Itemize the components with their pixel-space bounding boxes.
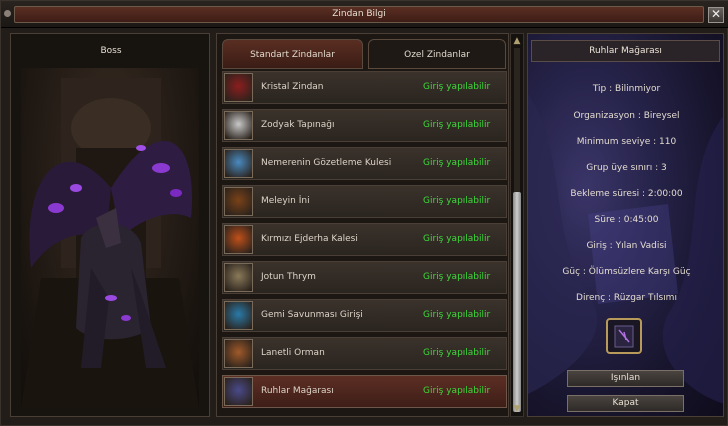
dungeon-name: Ruhlar Mağarası xyxy=(261,386,334,396)
dungeon-thumb-icon xyxy=(224,73,253,102)
dungeon-name: Gemi Savunması Girişi xyxy=(261,310,363,320)
dungeon-status: Giriş yapılabilir xyxy=(423,234,491,244)
dungeon-row-selected[interactable]: Ruhlar Mağarası Giriş yapılabilir xyxy=(222,375,507,408)
dungeon-thumb-icon xyxy=(224,149,253,178)
dungeon-status: Giriş yapılabilir xyxy=(423,158,491,168)
title-bar[interactable]: Zindan Bilgi ✕ xyxy=(1,1,728,28)
info-power: Güç : Ölümsüzlere Karşı Güç xyxy=(562,267,691,277)
scroll-down-icon[interactable]: ▼ xyxy=(512,404,522,414)
dungeon-status: Giriş yapılabilir xyxy=(423,82,491,92)
teleport-button[interactable]: Işınlan xyxy=(567,370,684,387)
dungeon-name: Kırmızı Ejderha Kalesi xyxy=(261,234,358,244)
dungeon-thumb-icon xyxy=(224,301,253,330)
boss-dragon-image xyxy=(21,78,199,408)
info-duration: Süre : 0:45:00 xyxy=(594,215,659,225)
window-title: Zindan Bilgi xyxy=(14,6,704,23)
boss-label: Boss xyxy=(100,46,122,56)
dungeon-status: Giriş yapılabilir xyxy=(423,272,491,282)
dungeon-row[interactable]: Jotun Thrym Giriş yapılabilir xyxy=(222,261,507,294)
dungeon-row[interactable]: Zodyak Tapınağı Giriş yapılabilir xyxy=(222,109,507,142)
close-window-button[interactable]: ✕ xyxy=(708,7,724,23)
info-min-level: Minimum seviye : 110 xyxy=(576,137,677,147)
dungeon-name: Zodyak Tapınağı xyxy=(261,120,335,130)
dungeon-name: Jotun Thrym xyxy=(261,272,316,282)
dungeon-name: Nemerenin Gözetleme Kulesi xyxy=(261,158,392,168)
boss-model-view xyxy=(21,68,199,408)
dungeon-info-window: Zindan Bilgi ✕ Boss Standart Zindanlar O… xyxy=(0,0,728,426)
info-cooldown: Bekleme süresi : 2:00:00 xyxy=(570,189,683,199)
scroll-up-icon[interactable]: ▲ xyxy=(512,36,522,46)
window-pin-icon xyxy=(4,10,11,17)
dungeon-row[interactable]: Kristal Zindan Giriş yapılabilir xyxy=(222,71,507,104)
dungeon-list-panel: Standart Zindanlar Ozel Zindanlar Krista… xyxy=(216,33,509,417)
dungeon-status: Giriş yapılabilir xyxy=(423,386,491,396)
dungeon-name: Kristal Zindan xyxy=(261,82,324,92)
tab-ozel-zindanlar[interactable]: Ozel Zindanlar xyxy=(368,39,506,69)
dungeon-name: Meleyin İni xyxy=(261,196,310,206)
spellbook-icon[interactable] xyxy=(606,318,642,354)
info-title: Ruhlar Mağarası xyxy=(531,40,720,62)
dungeon-status: Giriş yapılabilir xyxy=(423,310,491,320)
dungeon-row[interactable]: Kırmızı Ejderha Kalesi Giriş yapılabilir xyxy=(222,223,507,256)
dungeon-thumb-icon xyxy=(224,187,253,216)
dungeon-name: Lanetli Orman xyxy=(261,348,325,358)
dungeon-row[interactable]: Nemerenin Gözetleme Kulesi Giriş yapılab… xyxy=(222,147,507,180)
dungeon-status: Giriş yapılabilir xyxy=(423,120,491,130)
dungeon-thumb-icon xyxy=(224,339,253,368)
dungeon-thumb-icon xyxy=(224,225,253,254)
info-resistance: Direnç : Rüzgar Tılsımı xyxy=(576,293,677,303)
info-entrance: Giriş : Yılan Vadisi xyxy=(586,241,667,251)
dungeon-status: Giriş yapılabilir xyxy=(423,196,491,206)
dungeon-row[interactable]: Meleyin İni Giriş yapılabilir xyxy=(222,185,507,218)
dungeon-row[interactable]: Lanetli Orman Giriş yapılabilir xyxy=(222,337,507,370)
boss-panel: Boss xyxy=(10,33,210,417)
dungeon-status: Giriş yapılabilir xyxy=(423,348,491,358)
dungeon-thumb-icon xyxy=(224,377,253,406)
dungeon-thumb-icon xyxy=(224,263,253,292)
dungeon-row[interactable]: Gemi Savunması Girişi Giriş yapılabilir xyxy=(222,299,507,332)
dungeon-thumb-icon xyxy=(224,111,253,140)
info-organization: Organizasyon : Bireysel xyxy=(573,111,680,121)
dungeon-info-panel: Ruhlar Mağarası Tip : Bilinmiyor Organiz… xyxy=(527,33,724,417)
close-button[interactable]: Kapat xyxy=(567,395,684,412)
scroll-thumb[interactable] xyxy=(513,192,521,412)
dungeon-list-scrollbar[interactable]: ▲ ▼ xyxy=(510,33,524,417)
tab-standart-zindanlar[interactable]: Standart Zindanlar xyxy=(222,39,363,69)
info-group-limit: Grup üye sınırı : 3 xyxy=(586,163,667,173)
info-type: Tip : Bilinmiyor xyxy=(592,84,661,94)
